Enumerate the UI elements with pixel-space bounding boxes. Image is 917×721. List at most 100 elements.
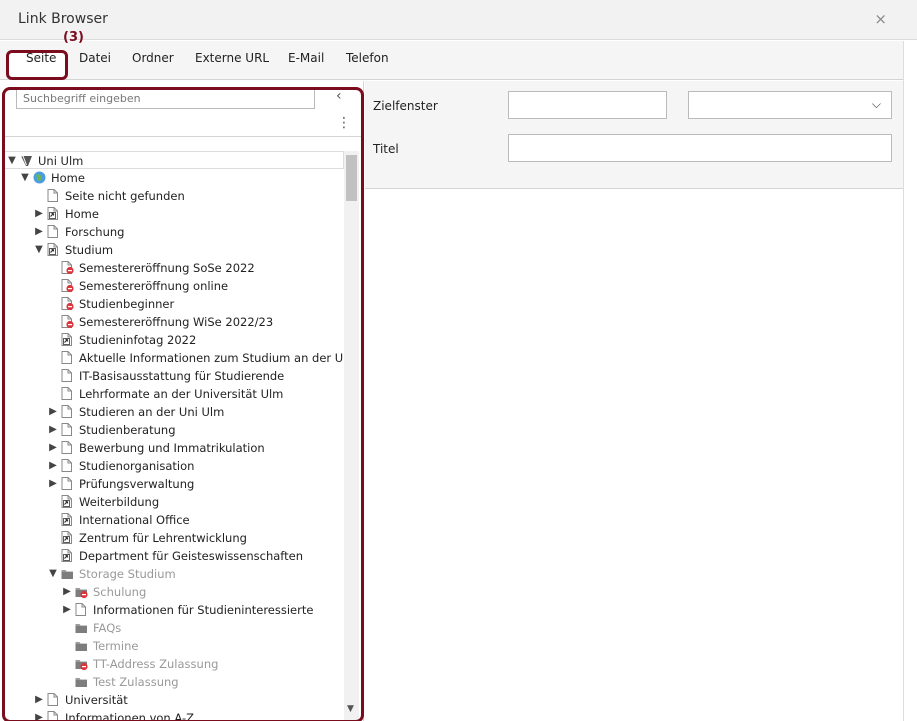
page-icon[interactable] xyxy=(47,711,60,721)
tree-item[interactable]: ▼ Storage Studium xyxy=(3,565,344,583)
tree-item[interactable]: Studienbeginner xyxy=(3,295,344,313)
tree-item-label[interactable]: Studium xyxy=(65,241,113,259)
tree-item-label[interactable]: Semestereröffnung online xyxy=(79,277,228,295)
tree-item[interactable]: Semestereröffnung online xyxy=(3,277,344,295)
tree-item[interactable]: Test Zulassung xyxy=(3,673,344,691)
tree-item-label[interactable]: Department für Geisteswissenschaften xyxy=(79,547,303,565)
page-icon[interactable] xyxy=(61,369,74,382)
collapsed-toggle-icon[interactable]: ▶ xyxy=(61,583,73,601)
tree-item[interactable]: ▶ Studienorganisation xyxy=(3,457,344,475)
tree-item-label[interactable]: Semestereröffnung WiSe 2022/23 xyxy=(79,313,273,331)
tree-item-label[interactable]: Studieren an der Uni Ulm xyxy=(79,403,224,421)
scrollbar-thumb[interactable] xyxy=(346,155,357,201)
search-input[interactable] xyxy=(16,88,315,109)
shortcut-page-icon[interactable] xyxy=(61,549,74,562)
tree-item[interactable]: ▶ Studienberatung xyxy=(3,421,344,439)
tree-item[interactable]: Aktuelle Informationen zum Studium an de… xyxy=(3,349,344,367)
shortcut-page-icon[interactable] xyxy=(61,513,74,526)
tree-item[interactable]: Lehrformate an der Universität Ulm xyxy=(3,385,344,403)
tree-item-label[interactable]: Schulung xyxy=(93,583,146,601)
collapsed-toggle-icon[interactable]: ▶ xyxy=(33,223,45,241)
collapsed-toggle-icon[interactable]: ▶ xyxy=(33,205,45,223)
page-icon[interactable] xyxy=(61,459,74,472)
shortcut-page-icon[interactable] xyxy=(47,207,60,220)
tree-item[interactable]: International Office xyxy=(3,511,344,529)
tree-item[interactable]: ▶ Bewerbung und Immatrikulation xyxy=(3,439,344,457)
tab-ordner[interactable]: Ordner xyxy=(132,51,174,71)
tree-item[interactable]: IT-Basisausstattung für Studierende xyxy=(3,367,344,385)
expanded-toggle-icon[interactable]: ▼ xyxy=(19,169,31,187)
tree-item[interactable]: Termine xyxy=(3,637,344,655)
collapsed-toggle-icon[interactable]: ▶ xyxy=(47,475,59,493)
globe-icon[interactable] xyxy=(33,171,46,184)
hidden-folder-icon[interactable] xyxy=(75,657,88,670)
tab-telefon[interactable]: Telefon xyxy=(346,51,389,71)
page-icon[interactable] xyxy=(61,423,74,436)
tab-datei[interactable]: Datei xyxy=(79,51,111,71)
folder-icon[interactable] xyxy=(61,567,74,580)
target-input[interactable] xyxy=(508,91,667,119)
collapsed-toggle-icon[interactable]: ▶ xyxy=(61,601,73,619)
hidden-page-icon[interactable] xyxy=(61,315,74,328)
tree-item-label[interactable]: Zentrum für Lehrentwicklung xyxy=(79,529,247,547)
tree-item-label[interactable]: Test Zulassung xyxy=(93,673,179,691)
shortcut-page-icon[interactable] xyxy=(61,333,74,346)
page-icon[interactable] xyxy=(61,477,74,490)
page-icon[interactable] xyxy=(61,405,74,418)
folder-icon[interactable] xyxy=(75,675,88,688)
page-icon[interactable] xyxy=(47,189,60,202)
target-select[interactable]: ⌵ xyxy=(688,91,892,119)
tree-item[interactable]: Semestereröffnung SoSe 2022 xyxy=(3,259,344,277)
page-icon[interactable] xyxy=(61,387,74,400)
tree-item[interactable]: ▶ Schulung xyxy=(3,583,344,601)
collapsed-toggle-icon[interactable]: ▶ xyxy=(47,403,59,421)
scroll-down-icon[interactable]: ▼ xyxy=(347,704,354,714)
page-icon[interactable] xyxy=(61,441,74,454)
tree-item[interactable]: Studieninfotag 2022 xyxy=(3,331,344,349)
tree-item-label[interactable]: Prüfungsverwaltung xyxy=(79,475,194,493)
folder-icon[interactable] xyxy=(75,639,88,652)
page-icon[interactable] xyxy=(75,603,88,616)
tree-item[interactable]: FAQs xyxy=(3,619,344,637)
tab-externe-url[interactable]: Externe URL xyxy=(195,51,269,71)
tree-item-label[interactable]: Bewerbung und Immatrikulation xyxy=(79,439,265,457)
tree-item-label[interactable]: Studienberatung xyxy=(79,421,176,439)
tree-item-label[interactable]: Home xyxy=(65,205,99,223)
tree-item-label[interactable]: Studienbeginner xyxy=(79,295,174,313)
tree-item[interactable]: Semestereröffnung WiSe 2022/23 xyxy=(3,313,344,331)
tree-item[interactable]: Weiterbildung xyxy=(3,493,344,511)
expanded-toggle-icon[interactable]: ▼ xyxy=(47,565,59,583)
tree-item[interactable]: ▶ Universität xyxy=(3,691,344,709)
tree-item-label[interactable]: Home xyxy=(51,169,85,187)
collapsed-toggle-icon[interactable]: ▶ xyxy=(47,421,59,439)
expanded-toggle-icon[interactable]: ▼ xyxy=(6,152,18,170)
tree-item-label[interactable]: Weiterbildung xyxy=(79,493,159,511)
tree-item[interactable]: ▼ Studium xyxy=(3,241,344,259)
tree-item[interactable]: ▶ Studieren an der Uni Ulm xyxy=(3,403,344,421)
tree-item-label[interactable]: Informationen von A-Z xyxy=(65,709,194,721)
tree-item-label[interactable]: Studieninfotag 2022 xyxy=(79,331,196,349)
tree-item[interactable]: ▶ Informationen für Studieninteressierte xyxy=(3,601,344,619)
tree-item-label[interactable]: Seite nicht gefunden xyxy=(65,187,185,205)
tree-item-label[interactable]: Uni Ulm xyxy=(38,152,83,170)
collapsed-toggle-icon[interactable]: ▶ xyxy=(47,439,59,457)
tree-item[interactable]: Seite nicht gefunden xyxy=(3,187,344,205)
hidden-page-icon[interactable] xyxy=(61,279,74,292)
tree-item-label[interactable]: TT-Address Zulassung xyxy=(93,655,218,673)
tree-item[interactable]: ▼ Home xyxy=(3,169,344,187)
tree-item[interactable]: ▶ Informationen von A-Z xyxy=(3,709,344,721)
more-options-icon[interactable]: ⋮ xyxy=(337,115,351,131)
tree-item-label[interactable]: Universität xyxy=(65,691,128,709)
tree-item[interactable]: ▶ Home xyxy=(3,205,344,223)
title-input[interactable] xyxy=(508,134,892,162)
collapse-panel-icon[interactable]: ‹ xyxy=(336,88,342,104)
tab-email[interactable]: E-Mail xyxy=(288,51,324,71)
shortcut-page-icon[interactable] xyxy=(61,531,74,544)
tree-item[interactable]: ▼ Uni Ulm xyxy=(3,151,344,169)
collapsed-toggle-icon[interactable]: ▶ xyxy=(33,709,45,721)
tree-item[interactable]: ▶ Prüfungsverwaltung xyxy=(3,475,344,493)
tree-item-label[interactable]: Storage Studium xyxy=(79,565,176,583)
hidden-folder-icon[interactable] xyxy=(75,585,88,598)
shortcut-page-icon[interactable] xyxy=(47,243,60,256)
page-icon[interactable] xyxy=(47,693,60,706)
